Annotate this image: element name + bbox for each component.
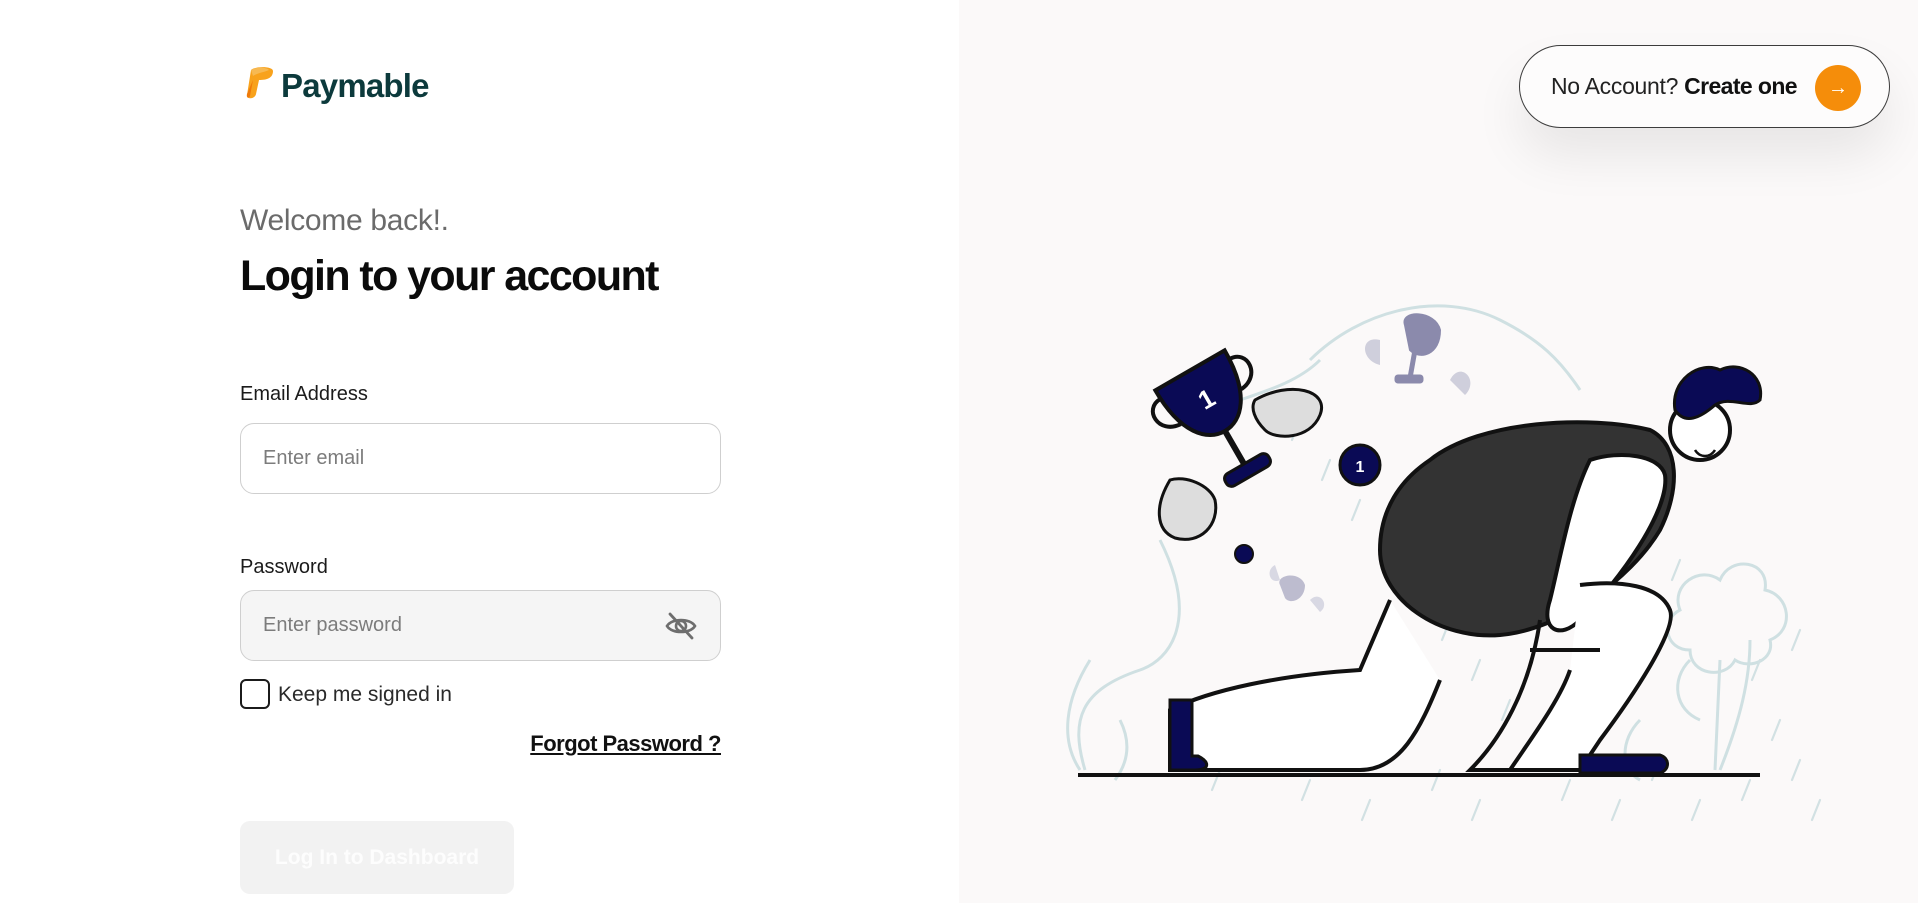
- page-title: Login to your account: [240, 252, 659, 300]
- keep-signed-in-label[interactable]: Keep me signed in: [278, 683, 452, 707]
- create-one-text: Create one: [1684, 73, 1797, 99]
- brand-logo[interactable]: Paymable: [243, 66, 430, 106]
- brand-name: Paymable: [281, 67, 430, 104]
- password-input[interactable]: [240, 590, 721, 661]
- eye-off-icon[interactable]: [664, 610, 698, 642]
- logo-mark-icon: [243, 66, 277, 106]
- no-account-text: No Account?: [1551, 73, 1679, 99]
- welcome-text: Welcome back!.: [240, 204, 449, 237]
- forgot-password-link[interactable]: Forgot Password ?: [520, 731, 721, 757]
- kneeling-person-losing-trophy-illustration: 1 1: [1066, 304, 1822, 822]
- arrow-right-icon: →: [1815, 65, 1861, 111]
- svg-text:1: 1: [1356, 459, 1365, 476]
- password-label: Password: [240, 556, 328, 578]
- create-account-button[interactable]: No Account? Create one →: [1519, 45, 1890, 128]
- email-label: Email Address: [240, 383, 368, 405]
- email-input[interactable]: [240, 423, 721, 494]
- login-panel: Paymable Welcome back!. Login to your ac…: [0, 0, 959, 903]
- keep-signed-in-checkbox[interactable]: [240, 679, 270, 709]
- login-button[interactable]: Log In to Dashboard: [240, 821, 514, 894]
